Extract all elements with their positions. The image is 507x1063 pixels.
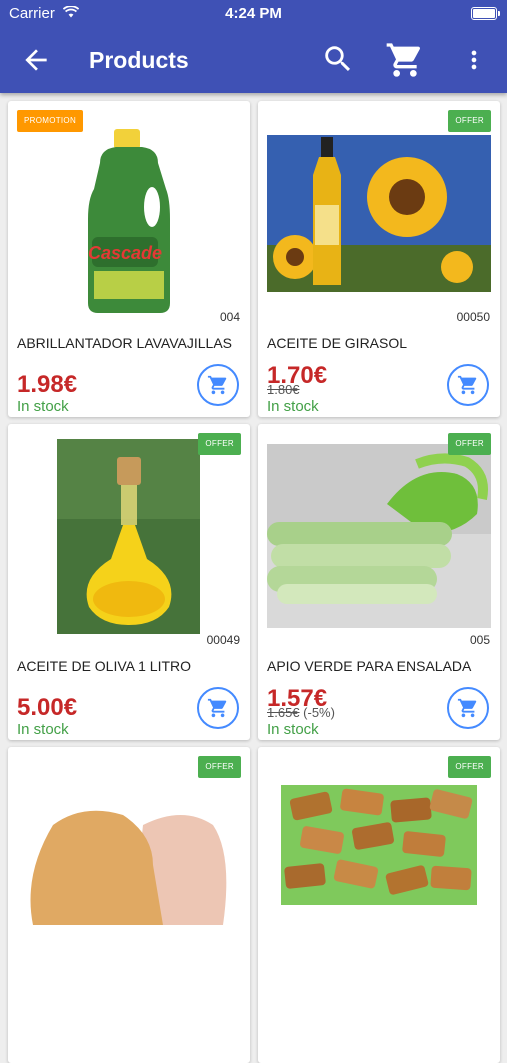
- add-to-cart-button[interactable]: [197, 364, 239, 406]
- old-price-value: 1.65€: [267, 705, 300, 720]
- status-time: 4:24 PM: [225, 5, 282, 22]
- promotion-badge: PROMOTION: [17, 110, 84, 132]
- product-image: Cascade: [86, 129, 172, 313]
- offer-badge: OFFER: [448, 110, 491, 132]
- product-image: [267, 135, 491, 292]
- offer-badge: OFFER: [448, 433, 491, 455]
- stock-status: In stock: [267, 721, 319, 738]
- add-to-cart-icon: [457, 698, 477, 718]
- stock-status: In stock: [267, 398, 319, 415]
- old-price-value: 1.80€: [267, 382, 300, 397]
- offer-badge: OFFER: [198, 433, 241, 455]
- product-image: [281, 785, 477, 905]
- svg-text:Cascade: Cascade: [88, 243, 162, 263]
- add-to-cart-button[interactable]: [447, 364, 489, 406]
- search-icon: [325, 46, 351, 72]
- add-to-cart-icon: [207, 698, 227, 718]
- product-image: [267, 444, 491, 628]
- product-card[interactable]: OFFER: [8, 747, 250, 1063]
- page-title: Products: [89, 47, 189, 73]
- product-code: 00049: [206, 633, 240, 647]
- battery-icon: [471, 7, 500, 20]
- product-card[interactable]: OFFER 00050 ACEITE DE GIRASOL 1.70€ 1.80…: [258, 101, 500, 417]
- product-image: [23, 805, 243, 925]
- product-code: 00050: [456, 310, 490, 324]
- cart-button[interactable]: [385, 40, 425, 80]
- old-price: 1.80€: [267, 382, 300, 397]
- product-code: 005: [469, 633, 490, 647]
- product-card[interactable]: OFFER: [258, 747, 500, 1063]
- more-vert-icon: [471, 50, 477, 70]
- add-to-cart-button[interactable]: [447, 687, 489, 729]
- search-button[interactable]: [321, 42, 355, 76]
- product-name: ACEITE DE GIRASOL: [267, 335, 408, 351]
- old-price: 1.65€ (-5%): [267, 705, 335, 720]
- product-name: APIO VERDE PARA ENSALADA: [267, 658, 472, 674]
- offer-badge: OFFER: [198, 756, 241, 778]
- app-bar: Carrier 4:24 PM Products: [0, 0, 507, 93]
- toolbar: Products: [0, 30, 507, 93]
- cart-icon: [386, 43, 421, 77]
- stock-status: In stock: [17, 398, 69, 415]
- product-image: [57, 439, 200, 634]
- offer-badge: OFFER: [448, 756, 491, 778]
- product-code: 004: [219, 310, 240, 324]
- product-card[interactable]: OFFER 00049 ACEITE DE OLIVA 1 LITRO 5.00…: [8, 424, 250, 740]
- back-button[interactable]: [20, 44, 52, 76]
- arrow-back-icon: [25, 49, 47, 71]
- product-price: 1.98€: [17, 371, 78, 398]
- product-name: ABRILLANTADOR LAVAVAJILLAS: [17, 335, 233, 351]
- product-name: ACEITE DE OLIVA 1 LITRO: [17, 658, 192, 674]
- product-card[interactable]: Cascade PROMOTION 004 ABRILLANTADOR LAVA…: [8, 101, 250, 417]
- status-bar: Carrier 4:24 PM: [0, 0, 507, 28]
- product-price: 5.00€: [17, 694, 78, 721]
- discount-label: (-5%): [303, 705, 335, 720]
- add-to-cart-icon: [457, 375, 477, 395]
- more-options-button[interactable]: [460, 44, 488, 76]
- add-to-cart-button[interactable]: [197, 687, 239, 729]
- product-card[interactable]: OFFER 005 APIO VERDE PARA ENSALADA 1.57€…: [258, 424, 500, 740]
- add-to-cart-icon: [207, 375, 227, 395]
- stock-status: In stock: [17, 721, 69, 738]
